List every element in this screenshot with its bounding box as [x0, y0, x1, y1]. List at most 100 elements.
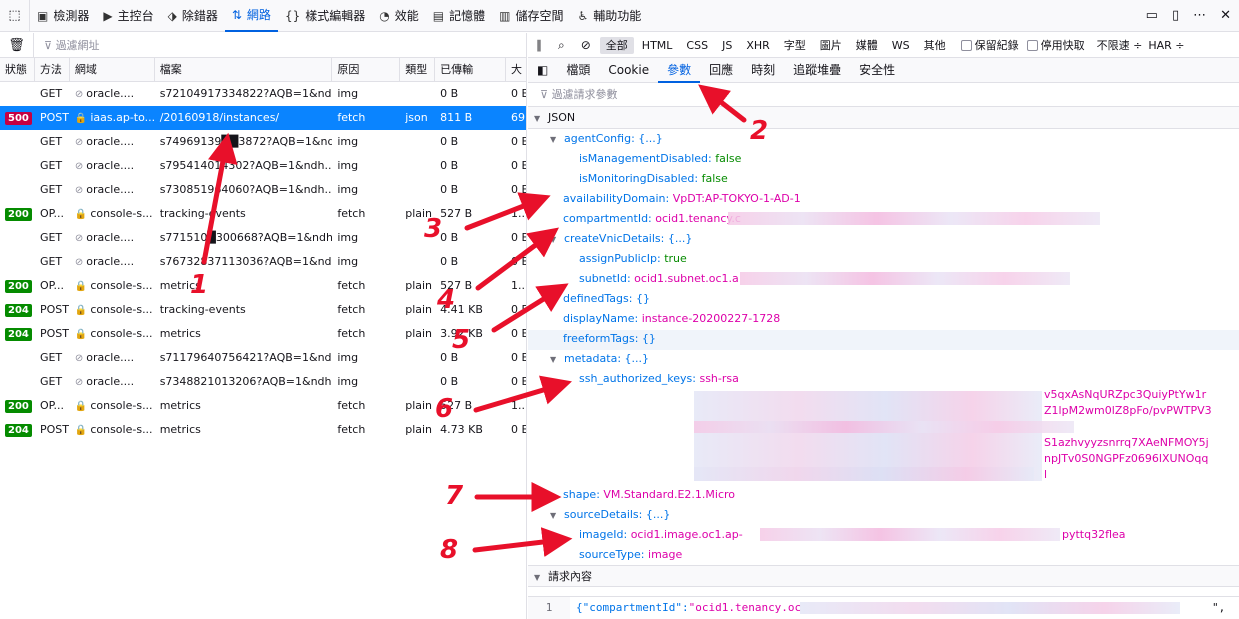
lock-icon: 🔒 [74, 329, 88, 340]
request-row[interactable]: 204 POST 🔒 console-s... metrics fetch plain 3.9… [0, 322, 526, 346]
cell-domain: ⊘ oracle.... [70, 130, 155, 154]
debugger-icon: ⬗ [167, 8, 177, 23]
filter-9[interactable]: 其他 [918, 37, 952, 54]
dock-icon[interactable]: ▯ [1172, 8, 1179, 23]
col-file[interactable]: 檔案 [155, 57, 333, 82]
request-row[interactable]: GET ⊘ oracle.... s72104917334822?AQB=1&nd..… [0, 82, 526, 106]
col-domain[interactable]: 網域 [70, 57, 155, 82]
request-row[interactable]: GET ⊘ oracle.... s7348821013206?AQB=1&ndh..… [0, 370, 526, 394]
more-icon[interactable]: ⋯ [1193, 8, 1206, 23]
cell-domain: ⊘ oracle.... [70, 226, 155, 250]
request-row[interactable]: GET ⊘ oracle.... s730851964060?AQB=1&ndh...… [0, 178, 526, 202]
inspector-icon: ▣ [37, 8, 49, 23]
tab-headers[interactable]: 檔頭 [557, 58, 599, 83]
json-node-sourceDetails[interactable]: ▼ sourceDetails: {...} [550, 505, 670, 525]
filter-0[interactable]: 全部 [599, 37, 634, 54]
filter-7[interactable]: 媒體 [850, 37, 884, 54]
cell-big: 0 E [511, 87, 526, 100]
search-icon[interactable]: ⌕ [550, 38, 573, 53]
throttle-select[interactable]: 不限速 ÷ [1097, 37, 1143, 53]
domain-text: console-s... [90, 207, 153, 220]
request-row[interactable]: GET ⊘ oracle.... s771510█300668?AQB=1&ndh..… [0, 226, 526, 250]
col-transferred[interactable]: 已傳輸 [435, 57, 507, 82]
col-cause[interactable]: 原因 [332, 57, 401, 82]
tab-debugger[interactable]: ⬗ 除錯器 [161, 0, 225, 32]
tab-params[interactable]: 參數 [658, 58, 701, 83]
request-row[interactable]: GET ⊘ oracle.... s76732837113036?AQB=1&nd..… [0, 250, 526, 274]
domain-text: oracle.... [86, 159, 135, 172]
tab-accessibility[interactable]: ♿ 輔助功能 [570, 0, 648, 32]
block-icon[interactable]: ⊘ [573, 38, 599, 52]
element-picker-icon[interactable]: ⬚ [0, 0, 30, 32]
har-menu[interactable]: HAR ÷ [1148, 39, 1184, 52]
col-type[interactable]: 類型 [400, 57, 436, 82]
tab-performance[interactable]: ◔ 效能 [372, 0, 426, 32]
type-filters: 全部 HTML CSS JS XHR 字型 圖片 媒體 WS 其他 [599, 37, 953, 54]
filter-8[interactable]: WS [886, 37, 916, 54]
request-row[interactable]: GET ⊘ oracle.... s74969139██3872?AQB=1&nd..… [0, 130, 526, 154]
request-row[interactable]: 200 OP... 🔒 console-s... tracking-events fetc… [0, 202, 526, 226]
blocked-tracker-icon: ⊘ [74, 185, 84, 196]
request-payload-editor[interactable]: 1 {"compartmentId":"ocid1.tenancy.oc ", [528, 596, 1239, 619]
redaction-blur [694, 421, 1074, 433]
persist-logs-checkbox[interactable]: 保留紀錄 [960, 37, 1019, 53]
col-size[interactable]: 大 [506, 58, 526, 82]
filter-4[interactable]: XHR [740, 37, 775, 54]
cell-cause: img [337, 231, 359, 244]
tab-timings[interactable]: 時刻 [742, 58, 784, 83]
annotation-number-5: 5 [452, 325, 471, 355]
tab-style-editor[interactable]: {} 樣式編輯器 [278, 0, 372, 32]
tab-stack-trace[interactable]: 追蹤堆疊 [784, 58, 850, 83]
tab-memory[interactable]: ▤ 記憶體 [426, 0, 492, 32]
close-icon[interactable]: ✕ [1220, 8, 1231, 23]
json-node-shape: shape: VM.Standard.E2.1.Micro [563, 488, 736, 501]
tab-security[interactable]: 安全性 [850, 58, 904, 83]
cell-big: 69 [511, 111, 526, 124]
cell-method: GET [39, 87, 63, 100]
cell-big: 1... [511, 399, 526, 412]
cell-status: 200 [0, 202, 35, 226]
style-editor-icon: {} [284, 8, 301, 23]
request-row[interactable]: 500 POST 🔒 iaas.ap-to.../20160918/instances… [0, 106, 526, 130]
disable-cache-checkbox[interactable]: 停用快取 [1026, 37, 1085, 53]
request-row[interactable]: GET ⊘ oracle.... s795414014302?AQB=1&ndh...… [0, 154, 526, 178]
cell-size: 0 B [440, 255, 459, 268]
col-method[interactable]: 方法 [35, 57, 70, 82]
col-status[interactable]: 狀態 [0, 57, 35, 82]
filter-5[interactable]: 字型 [778, 37, 812, 54]
filter-6[interactable]: 圖片 [814, 37, 848, 54]
tab-storage[interactable]: ▥ 儲存空間 [492, 0, 570, 32]
cell-status [0, 82, 35, 106]
tab-network[interactable]: ⇅ 網路 [224, 0, 278, 32]
sidebar-toggle-icon[interactable]: ◧ [528, 58, 557, 83]
cell-method: OP... [39, 279, 65, 292]
tab-response[interactable]: 回應 [700, 58, 742, 83]
trash-icon[interactable]: 🗑 [0, 33, 34, 58]
request-payload-header[interactable]: ▼ 請求內容 [528, 565, 1239, 587]
filter-3[interactable]: JS [716, 37, 738, 54]
filter-1[interactable]: HTML [636, 37, 679, 54]
json-node-metadata[interactable]: ▼ metadata: {...} [550, 349, 649, 369]
tab-cookies[interactable]: Cookie [599, 58, 658, 83]
tab-console[interactable]: ▶ 主控台 [96, 0, 160, 32]
cell-domain: ⊘ oracle.... [70, 370, 155, 394]
params-filter-input[interactable]: ⊽ 過濾請求參數 [528, 83, 1239, 107]
cell-cause: fetch [337, 399, 366, 412]
annotation-number-3: 3 [424, 214, 443, 244]
filter-2[interactable]: CSS [680, 37, 714, 54]
cell-type [400, 82, 435, 106]
responsive-design-icon[interactable]: ▭ [1146, 8, 1158, 23]
url-filter-input[interactable]: ⊽ 過濾網址 [34, 37, 100, 53]
domain-text: oracle.... [86, 87, 135, 100]
request-row[interactable]: GET ⊘ oracle.... s71179640756421?AQB=1&nd..… [0, 346, 526, 370]
cell-file: s72104917334822?AQB=1&nd... [159, 87, 333, 100]
cell-cause: img [337, 351, 359, 364]
tab-inspector[interactable]: ▣ 檢測器 [30, 0, 96, 32]
cell-file: metrics [159, 327, 201, 340]
json-node-assignPublicIp: assignPublicIp: true [579, 252, 687, 265]
blocked-tracker-icon: ⊘ [74, 89, 84, 100]
json-node-createVnicDetails[interactable]: ▼ createVnicDetails: {...} [550, 229, 692, 249]
json-section-header[interactable]: ▼ JSON [528, 107, 1239, 129]
json-node-agentConfig[interactable]: ▼ agentConfig: {...} [550, 129, 663, 149]
pause-icon[interactable]: ∥ [528, 38, 550, 52]
